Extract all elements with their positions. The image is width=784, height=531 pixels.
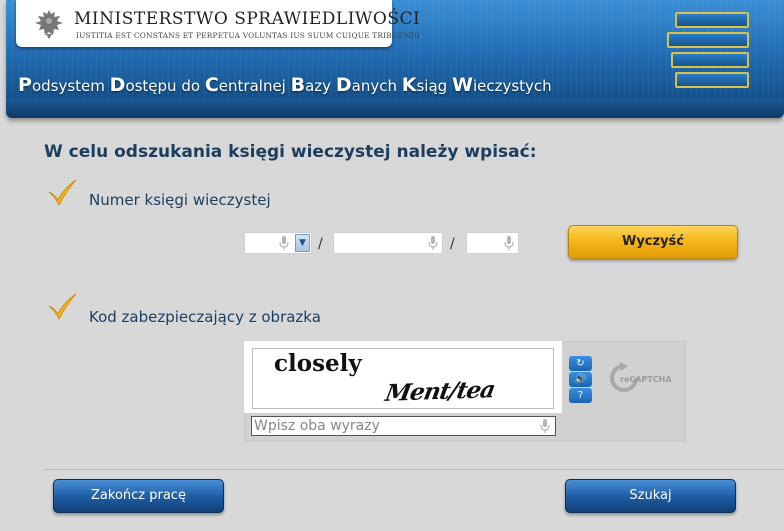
captcha-word-2: Ment/tea	[383, 376, 497, 407]
clear-button[interactable]: Wyczyść	[568, 225, 738, 259]
checkmark-icon	[48, 293, 77, 320]
ministry-logo-box[interactable]: MINISTERSTWO SPRAWIEDLIWOŚCI IUSTITIA ES…	[16, 0, 420, 47]
captcha-section-label: Kod zabezpieczający z obrazka	[89, 308, 321, 326]
captcha-word-1: closely	[274, 350, 362, 377]
microphone-icon	[428, 236, 438, 250]
system-title: Podsystem Dostępu do Centralnej Bazy Dan…	[18, 74, 552, 96]
court-code-select[interactable]: ▼	[244, 232, 312, 254]
check-digit-input[interactable]	[466, 232, 519, 254]
microphone-icon	[279, 236, 289, 250]
audio-icon[interactable]: 🔊	[569, 372, 592, 387]
checkmark-icon	[48, 179, 77, 206]
kw-number-input[interactable]	[333, 232, 443, 254]
help-icon[interactable]: ?	[569, 388, 592, 403]
microphone-icon	[504, 236, 514, 250]
recaptcha-logo-icon: reCAPTCHA	[610, 362, 672, 392]
eagle-emblem-icon	[35, 10, 63, 39]
end-session-button[interactable]: Zakończ pracę	[53, 479, 224, 513]
captcha-answer-input[interactable]	[251, 416, 556, 436]
separator-slash: /	[450, 236, 455, 252]
microphone-icon	[540, 419, 550, 433]
kw-section-label: Numer księgi wieczystej	[89, 191, 271, 209]
refresh-icon[interactable]: ↻	[569, 356, 592, 371]
ministry-name: MINISTERSTWO SPRAWIEDLIWOŚCI	[74, 9, 421, 29]
form-heading: W celu odszukania księgi wieczystej nale…	[44, 142, 537, 162]
header: MINISTERSTWO SPRAWIEDLIWOŚCI IUSTITIA ES…	[6, 0, 784, 118]
books-icon	[661, 12, 756, 102]
divider	[44, 469, 784, 470]
search-button[interactable]: Szukaj	[565, 479, 736, 513]
chevron-down-icon[interactable]: ▼	[295, 234, 310, 252]
separator-slash: /	[318, 236, 323, 252]
ministry-motto: IUSTITIA EST CONSTANS ET PERPETUA VOLUNT…	[76, 31, 420, 40]
recaptcha-brand: reCAPTCHA	[620, 375, 672, 384]
